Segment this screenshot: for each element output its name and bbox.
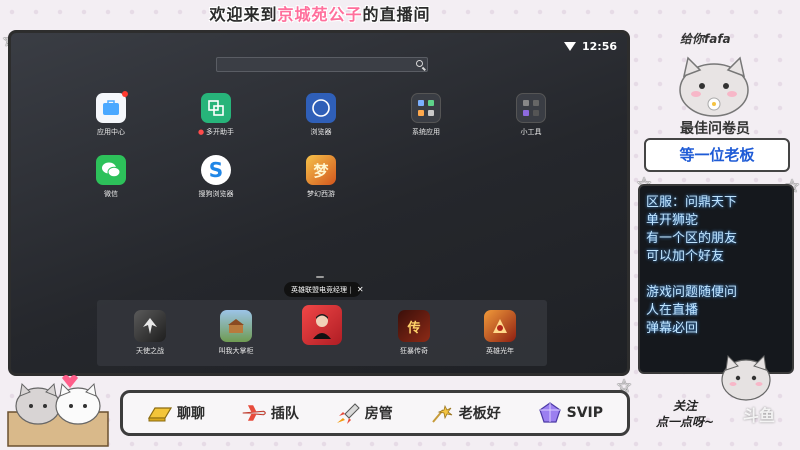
info-line: 区服：问鼎天下 xyxy=(646,195,738,210)
app-browser[interactable]: 浏览器 xyxy=(281,93,361,137)
close-icon[interactable]: ✕ xyxy=(357,285,364,294)
follow-line-2: 点一点呀~ xyxy=(655,415,715,429)
menu-item-label: 房管 xyxy=(364,406,393,422)
welcome-suffix: 的直播间 xyxy=(362,5,431,24)
dock-app-rage-legend[interactable]: 传 狂暴传奇 xyxy=(374,310,454,356)
phone-screen: 12:56 应用中心 ● 多开助手 浏览器 系统应用 小工具 微信 S 搜狗浏览… xyxy=(8,30,630,376)
app-center-icon xyxy=(96,91,128,123)
app-multi-open[interactable]: ● 多开助手 xyxy=(176,93,256,137)
browser-icon xyxy=(306,93,336,123)
info-line: 弹幕必回 xyxy=(646,321,699,336)
fireworks-icon xyxy=(431,404,452,423)
svip-crystal-icon xyxy=(538,402,561,423)
menu-item-room-admin[interactable]: 房管 xyxy=(335,402,393,424)
plane-icon xyxy=(242,405,266,421)
app-wechat[interactable]: 微信 xyxy=(71,155,151,199)
info-line-spacer xyxy=(646,266,786,284)
system-apps-folder-icon xyxy=(411,93,441,123)
menu-item-label: 聊聊 xyxy=(176,406,205,422)
stream-menu-bar: 聊聊 插队 房管 老板好 SVIP xyxy=(120,390,630,436)
app-menghuan-xiyou[interactable]: 梦 梦幻西游 xyxy=(281,155,361,199)
app-label: 天使之战 xyxy=(136,347,164,355)
info-line: 游戏问题随便问 xyxy=(646,285,738,300)
menu-item-label: 老板好 xyxy=(458,406,501,422)
info-line: 人在直播 xyxy=(646,303,699,318)
app-label: 微信 xyxy=(104,190,118,198)
app-label: 梦幻西游 xyxy=(307,190,335,198)
sogou-browser-icon: S xyxy=(201,155,231,185)
app-label: 应用中心 xyxy=(97,128,125,136)
status-bar: 12:56 xyxy=(563,39,617,53)
tools-folder-icon xyxy=(516,93,546,123)
multi-open-icon xyxy=(201,93,231,123)
status-time: 12:56 xyxy=(581,39,617,53)
dock-app-hero-lightyear[interactable]: 英雄光年 xyxy=(460,310,540,356)
notification-badge xyxy=(122,91,128,97)
shopkeeper-icon xyxy=(220,310,252,342)
new-dot-icon: ● xyxy=(197,128,205,136)
best-questioner-box: 等一位老板 xyxy=(644,138,790,172)
app-label: 小工具 xyxy=(520,128,542,136)
dock-app-lol-manager[interactable] xyxy=(282,305,362,349)
menu-item-label: 插队 xyxy=(270,406,299,422)
gold-bar-icon xyxy=(147,407,173,422)
hero-lightyear-icon xyxy=(484,310,516,342)
streamer-name: 京城苑公子 xyxy=(277,5,363,24)
app-label: 英雄光年 xyxy=(486,347,514,355)
cats-in-box-icon xyxy=(7,375,109,447)
wifi-icon xyxy=(563,41,576,51)
app-tools-folder[interactable]: 小工具 xyxy=(491,93,571,137)
dock-app-shopkeeper[interactable]: 叫我大掌柜 xyxy=(196,310,276,356)
app-label: 浏览器 xyxy=(310,128,332,136)
dock-app-angel-war[interactable]: 天使之战 xyxy=(110,310,190,356)
gift-caption: 给你fafa xyxy=(680,32,731,46)
tooltip-text: 英雄联盟电竞经理 xyxy=(291,286,347,294)
rage-legend-icon: 传 xyxy=(398,310,430,342)
info-line: 单开狮驼 xyxy=(646,213,699,228)
app-label: 搜狗浏览器 xyxy=(198,190,234,198)
cat-corner-icon xyxy=(721,354,771,401)
welcome-prefix: 欢迎来到 xyxy=(209,5,278,24)
app-name-tooltip: 英雄联盟电竞经理 | ✕ xyxy=(284,282,364,297)
menu-item-queue-jump[interactable]: 插队 xyxy=(241,402,299,424)
cat-with-flower-icon xyxy=(679,56,749,117)
app-label: 多开助手 xyxy=(206,128,235,136)
info-line: 有一个区的朋友 xyxy=(646,231,738,246)
stream-info-panel: 区服：问鼎天下 单开狮驼 有一个区的朋友 可以加个好友 游戏问题随便问 人在直播… xyxy=(638,184,794,374)
menu-item-chat[interactable]: 聊聊 xyxy=(147,402,205,424)
app-label: 系统应用 xyxy=(412,128,440,136)
lol-manager-icon xyxy=(302,305,342,345)
menu-item-hello-boss[interactable]: 老板好 xyxy=(429,402,501,424)
rocket-icon xyxy=(336,403,360,424)
stream-welcome-title: 欢迎来到京城苑公子的直播间 xyxy=(0,2,640,28)
menu-item-svip[interactable]: SVIP xyxy=(537,402,603,424)
menu-item-label: SVIP xyxy=(566,405,604,421)
info-line: 可以加个好友 xyxy=(646,249,725,264)
recent-apps-dock: 天使之战 叫我大掌柜 传 狂暴传奇 英雄光年 xyxy=(97,300,547,366)
search-icon[interactable] xyxy=(416,60,423,67)
platform-watermark: 斗鱼 xyxy=(743,406,776,425)
angel-war-icon xyxy=(134,310,166,342)
menghuan-xiyou-icon: 梦 xyxy=(306,155,336,185)
app-label: 叫我大掌柜 xyxy=(218,347,254,355)
search-input[interactable] xyxy=(216,57,428,72)
app-app-center[interactable]: 应用中心 xyxy=(71,91,151,137)
dock-handle[interactable] xyxy=(316,276,324,278)
app-label: 狂暴传奇 xyxy=(400,347,428,355)
wechat-icon xyxy=(96,155,126,185)
app-system-apps-folder[interactable]: 系统应用 xyxy=(386,93,466,137)
app-sogou-browser[interactable]: S 搜狗浏览器 xyxy=(176,155,256,199)
best-questioner-title: 最佳问卷员 xyxy=(680,121,750,137)
